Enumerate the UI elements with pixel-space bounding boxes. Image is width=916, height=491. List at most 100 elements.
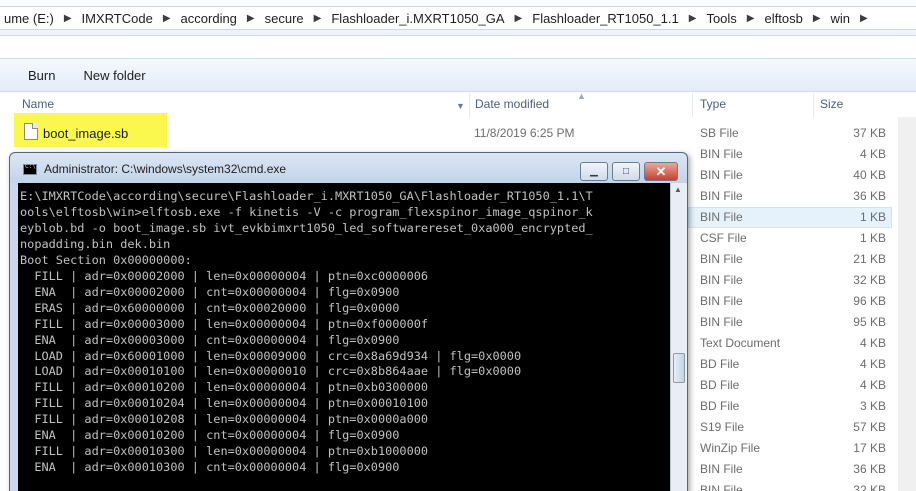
file-size: 4 KB	[859, 336, 886, 350]
console-output[interactable]: E:\IMXRTCode\according\secure\Flashloade…	[18, 183, 670, 491]
file-type: BIN File	[700, 273, 743, 287]
file-type: BIN File	[700, 147, 743, 161]
column-type[interactable]: Type	[700, 97, 726, 111]
file-row[interactable]: boot_image.sb 11/8/2019 6:25 PM SB File 37 …	[0, 113, 916, 147]
console-line: FILL | adr=0x00010204 | len=0x00000004 |…	[20, 396, 429, 411]
breadcrumb-item[interactable]: IMXRTCode	[78, 11, 157, 26]
console-line: eyblob.bd -o boot_image.sb ivt_evkbimxrt…	[20, 220, 593, 235]
file-type: BIN File	[700, 462, 743, 476]
file-type: CSF File	[700, 231, 747, 245]
file-size: 21 KB	[853, 252, 886, 266]
new-folder-button[interactable]: New folder	[69, 68, 159, 83]
breadcrumb-chevron-icon[interactable]: ▶	[741, 13, 761, 24]
breadcrumb-chevron-icon[interactable]: ▶	[509, 13, 529, 24]
column-name[interactable]: Name	[22, 97, 54, 111]
file-type: BD File	[700, 399, 740, 413]
minimize-button[interactable]: ▁	[580, 162, 608, 181]
file-size: 1 KB	[859, 210, 886, 224]
file-size: 95 KB	[853, 315, 886, 329]
file-type: Text Document	[700, 336, 781, 350]
file-type: BIN File	[700, 189, 743, 203]
cmd-titlebar[interactable]: Administrator: C:\windows\system32\cmd.e…	[10, 153, 687, 183]
file-size: 37 KB	[853, 126, 886, 140]
breadcrumb-chevron-icon[interactable]: ▶	[308, 13, 328, 24]
file-type: BIN File	[700, 252, 743, 266]
console-line: LOAD | adr=0x00010100 | len=0x00000010 |…	[20, 364, 522, 379]
console-line: FILL | adr=0x00010208 | len=0x00000004 |…	[20, 412, 429, 427]
maximize-button[interactable]: □	[612, 162, 640, 181]
console-line: FILL | adr=0x00002000 | len=0x00000004 |…	[20, 268, 429, 283]
file-size: 4 KB	[859, 378, 886, 392]
breadcrumb-item[interactable]: Tools	[702, 11, 740, 26]
column-divider[interactable]	[469, 93, 470, 117]
file-type: BIN File	[700, 483, 743, 491]
file-size: 4 KB	[859, 147, 886, 161]
toolbar: Burn New folder	[0, 58, 916, 92]
file-size: 36 KB	[853, 462, 886, 476]
breadcrumb-chevron-icon[interactable]: ▶	[157, 13, 177, 24]
address-bar: ume (E:) ▶ IMXRTCode ▶ according ▶ secure ▶ Flas…	[0, 0, 916, 36]
file-size: 3 KB	[859, 399, 886, 413]
console-line: E:\IMXRTCode\according\secure\Flashloade…	[20, 189, 593, 203]
breadcrumb-item[interactable]: Flashloader_RT1050_1.1	[528, 11, 682, 26]
breadcrumb-item[interactable]: according	[177, 11, 241, 26]
file-type: SB File	[700, 126, 739, 140]
file-size: 36 KB	[853, 189, 886, 203]
console-line: FILL | adr=0x00010300 | len=0x00000004 |…	[20, 444, 429, 459]
scroll-up-icon[interactable]: ▲	[674, 185, 682, 194]
breadcrumb-item[interactable]: ume (E:)	[0, 11, 58, 26]
file-type: BIN File	[700, 315, 743, 329]
file-type: BIN File	[700, 294, 743, 308]
console-line: ERAS | adr=0x60000000 | cnt=0x00020000 |…	[20, 300, 400, 315]
file-size: 1 KB	[859, 231, 886, 245]
close-button[interactable]: ✕	[644, 162, 678, 181]
breadcrumb-item[interactable]: Flashloader_i.MXRT1050_GA	[327, 11, 508, 26]
file-size: 96 KB	[853, 294, 886, 308]
file-type: BD File	[700, 357, 740, 371]
breadcrumb[interactable]: ume (E:) ▶ IMXRTCode ▶ according ▶ secure ▶ Flas…	[0, 6, 916, 30]
breadcrumb-item[interactable]: win	[827, 11, 855, 26]
file-name[interactable]: boot_image.sb	[43, 126, 128, 141]
file-size: 4 KB	[859, 357, 886, 371]
breadcrumb-chevron-icon[interactable]: ▶	[807, 13, 827, 24]
breadcrumb-chevron-icon[interactable]: ▶	[854, 13, 874, 24]
breadcrumb-chevron-icon[interactable]: ▶	[683, 13, 703, 24]
console-line: LOAD | adr=0x60001000 | len=0x00009000 |…	[20, 348, 522, 363]
file-size: 32 KB	[853, 483, 886, 491]
breadcrumb-chevron-icon[interactable]: ▶	[241, 13, 261, 24]
cmd-window-title: Administrator: C:\windows\system32\cmd.e…	[44, 162, 287, 176]
file-type: BIN File	[700, 168, 743, 182]
file-type: WinZip File	[700, 441, 761, 455]
breadcrumb-chevron-icon[interactable]: ▶	[58, 13, 78, 24]
console-line: ENA | adr=0x00010200 | cnt=0x00000004 | …	[20, 428, 400, 443]
explorer-scrollbar[interactable]	[898, 117, 916, 491]
column-divider[interactable]	[692, 93, 693, 117]
sort-up-icon: ▲	[577, 91, 586, 101]
column-size[interactable]: Size	[820, 97, 843, 111]
file-date: 11/8/2019 6:25 PM	[474, 126, 575, 140]
console-line: FILL | adr=0x00003000 | len=0x00000004 |…	[20, 316, 429, 331]
file-icon	[24, 123, 38, 140]
console-line: ENA | adr=0x00010300 | cnt=0x00000004 | …	[20, 460, 400, 475]
file-size: 17 KB	[853, 441, 886, 455]
sort-down-icon: ▼	[456, 101, 465, 111]
column-date-modified[interactable]: Date modified	[475, 97, 549, 111]
console-line: FILL | adr=0x00010200 | len=0x00000004 |…	[20, 380, 429, 395]
console-line: ools\elftosb\win>elftosb.exe -f kinetis …	[20, 204, 593, 219]
file-size: 40 KB	[853, 168, 886, 182]
file-type: BIN File	[700, 210, 743, 224]
breadcrumb-item[interactable]: secure	[261, 11, 308, 26]
console-line: nopadding.bin dek.bin	[20, 236, 171, 251]
file-type: BD File	[700, 378, 740, 392]
cmd-window[interactable]: Administrator: C:\windows\system32\cmd.e…	[9, 152, 688, 491]
scrollbar-thumb[interactable]	[673, 353, 685, 383]
console-line: Boot Section 0x00000000:	[20, 252, 192, 267]
cmd-scrollbar[interactable]: ▲	[670, 183, 687, 491]
column-divider[interactable]	[813, 93, 814, 117]
console-line: ENA | adr=0x00003000 | cnt=0x00000004 | …	[20, 332, 400, 347]
console-line: ENA | adr=0x00002000 | cnt=0x00000004 | …	[20, 284, 400, 299]
breadcrumb-item[interactable]: elftosb	[761, 11, 807, 26]
burn-button[interactable]: Burn	[0, 68, 69, 83]
file-type: S19 File	[700, 420, 745, 434]
file-size: 32 KB	[853, 273, 886, 287]
